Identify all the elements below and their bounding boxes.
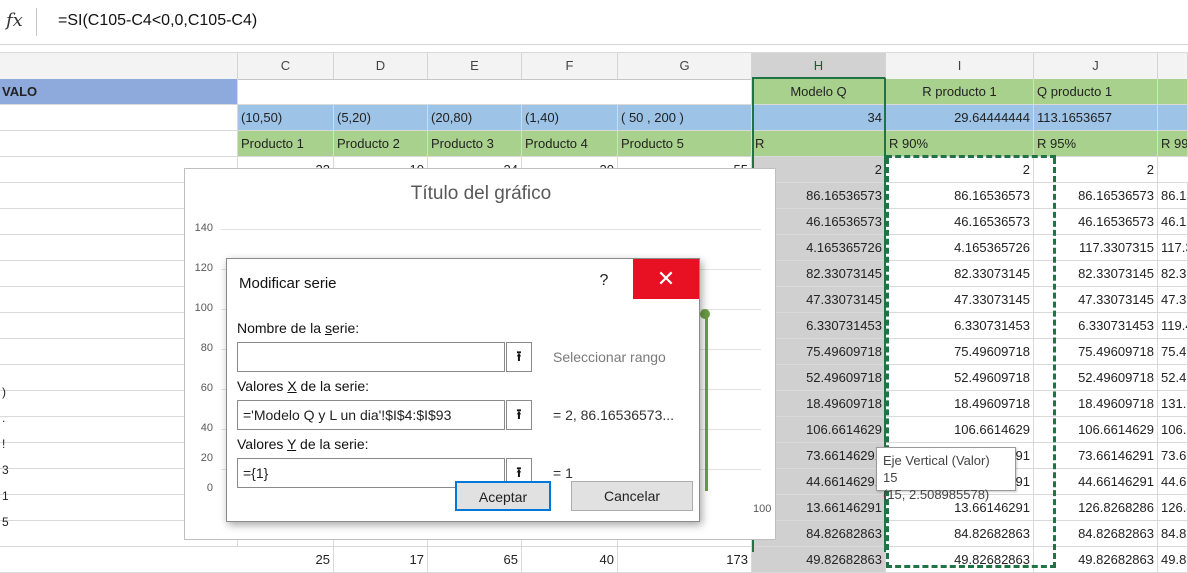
cell[interactable]: 119.4: [1158, 313, 1188, 338]
formula-bar: fx =SI(C105-C4<0,0,C105-C4): [0, 0, 1188, 45]
cell[interactable]: 75.49: [1158, 339, 1188, 364]
series-name-hint: Seleccionar rango: [553, 349, 666, 365]
y-tick-label: 120: [194, 262, 213, 274]
x-values-input[interactable]: ='Modelo Q y L un dia'!$I$4:$I$93: [237, 400, 505, 430]
cell[interactable]: Producto 3: [428, 131, 522, 156]
cell[interactable]: Producto 4: [522, 131, 618, 156]
edit-series-dialog: Modificar serie ? ✕ Nombre de la serie: …: [226, 258, 700, 522]
cell[interactable]: Producto 1: [238, 131, 334, 156]
cell[interactable]: 40: [522, 547, 618, 572]
collapse-dialog-icon[interactable]: ⭱: [506, 400, 532, 430]
dialog-title: Modificar serie: [239, 275, 337, 292]
column-headers: C D E F G H I J: [0, 52, 1188, 80]
cell[interactable]: (5,20): [334, 105, 428, 130]
y-tick-label: 0: [206, 482, 213, 494]
cell[interactable]: 47.33: [1158, 287, 1188, 312]
cell[interactable]: 131.6: [1158, 391, 1188, 416]
cell[interactable]: (20,80): [428, 105, 522, 130]
close-button[interactable]: ✕: [633, 259, 699, 299]
gridline: [221, 229, 761, 230]
y-tick-label: 80: [200, 342, 213, 354]
tooltip-value: 15: [883, 470, 898, 485]
table-row: Producto 1 Producto 2 Producto 3 Product…: [0, 131, 1188, 157]
cell[interactable]: (1,40): [522, 105, 618, 130]
column-header-g[interactable]: G: [618, 53, 752, 79]
cell[interactable]: 117.3: [1158, 235, 1188, 260]
left-mark: 3: [2, 463, 9, 477]
cell[interactable]: 44.66: [1158, 469, 1188, 494]
cell[interactable]: 173: [618, 547, 752, 572]
cell[interactable]: 52.49: [1158, 365, 1188, 390]
table-row: (10,50) (5,20) (20,80) (1,40) ( 50 , 200…: [0, 105, 1188, 131]
x-tick-label: 100: [753, 503, 772, 515]
left-mark: ): [2, 385, 6, 399]
y-tick-label: 100: [194, 302, 213, 314]
cell[interactable]: ( 50 , 200 ): [618, 105, 752, 130]
table-row: VALO Modelo Q R producto 1 Q producto 1: [0, 79, 1188, 105]
column-header-f[interactable]: F: [522, 53, 618, 79]
cell[interactable]: 106.6: [1158, 417, 1188, 442]
cell[interactable]: 46.1: [1158, 209, 1188, 234]
formula-input[interactable]: =SI(C105-C4<0,0,C105-C4): [58, 12, 257, 30]
chart-series-point[interactable]: [700, 309, 710, 319]
y-tick-label: 40: [200, 422, 213, 434]
cell[interactable]: 73.66: [1158, 443, 1188, 468]
cell[interactable]: 82.33: [1158, 261, 1188, 286]
left-mark: 1: [2, 489, 9, 503]
y-values-label: Valores Y de la serie:: [237, 436, 369, 452]
cell[interactable]: 113.1653657: [1034, 105, 1158, 130]
cell[interactable]: 25: [238, 547, 334, 572]
cell[interactable]: R 95%: [1034, 131, 1158, 156]
fx-icon[interactable]: fx: [6, 10, 23, 31]
cell[interactable]: R 90%: [886, 131, 1034, 156]
chart-tooltip: Eje Vertical (Valor) 15 (15, 2.508985578…: [876, 447, 1016, 502]
cell[interactable]: VALO: [0, 79, 238, 104]
column-header-b[interactable]: [0, 53, 238, 79]
y-tick-label: 140: [194, 222, 213, 234]
cell[interactable]: Producto 2: [334, 131, 428, 156]
column-header-c[interactable]: C: [238, 53, 334, 79]
y-tick-label: 20: [200, 452, 213, 464]
ok-button[interactable]: Aceptar: [455, 481, 551, 511]
chart-title[interactable]: Título del gráfico: [185, 183, 777, 205]
copy-range-border: [886, 158, 1056, 568]
left-mark: !: [2, 437, 6, 451]
series-name-label: Nombre de la serie:: [237, 320, 360, 336]
column-header-e[interactable]: E: [428, 53, 522, 79]
left-mark: .: [2, 411, 6, 425]
cancel-button[interactable]: Cancelar: [571, 481, 693, 511]
cell[interactable]: [1158, 105, 1188, 130]
x-values-result: = 2, 86.16536573...: [553, 407, 675, 423]
formula-separator: [36, 8, 37, 36]
column-header-h[interactable]: H: [752, 53, 886, 79]
column-header-i[interactable]: I: [886, 53, 1034, 79]
y-values-result: = 1: [553, 465, 573, 481]
cell[interactable]: [1158, 79, 1188, 104]
cell[interactable]: [0, 131, 238, 156]
tooltip-label: Eje Vertical (Valor): [883, 453, 990, 468]
cell[interactable]: Producto 5: [618, 131, 752, 156]
chart-series-line[interactable]: [705, 313, 708, 491]
series-name-input[interactable]: [237, 342, 505, 372]
cell[interactable]: [0, 105, 238, 130]
left-mark: 5: [2, 515, 9, 529]
y-tick-label: 60: [200, 382, 213, 394]
cell[interactable]: R 99%: [1158, 131, 1188, 156]
cell[interactable]: 126.8: [1158, 495, 1188, 520]
cell[interactable]: 29.64444444: [886, 105, 1034, 130]
cell[interactable]: (10,50): [238, 105, 334, 130]
cell[interactable]: R producto 1: [886, 79, 1034, 104]
cell[interactable]: [238, 79, 752, 104]
cell[interactable]: 86.1: [1158, 183, 1188, 208]
tooltip-coords: (15, 2.508985578): [883, 487, 990, 502]
column-header-k[interactable]: [1158, 53, 1188, 79]
collapse-dialog-icon[interactable]: ⭱: [506, 342, 532, 372]
column-header-d[interactable]: D: [334, 53, 428, 79]
cell[interactable]: 65: [428, 547, 522, 572]
cell[interactable]: Q producto 1: [1034, 79, 1158, 104]
cell[interactable]: 17: [334, 547, 428, 572]
x-values-label: Valores X de la serie:: [237, 378, 370, 394]
column-header-j[interactable]: J: [1034, 53, 1158, 79]
help-button[interactable]: ?: [593, 269, 615, 293]
